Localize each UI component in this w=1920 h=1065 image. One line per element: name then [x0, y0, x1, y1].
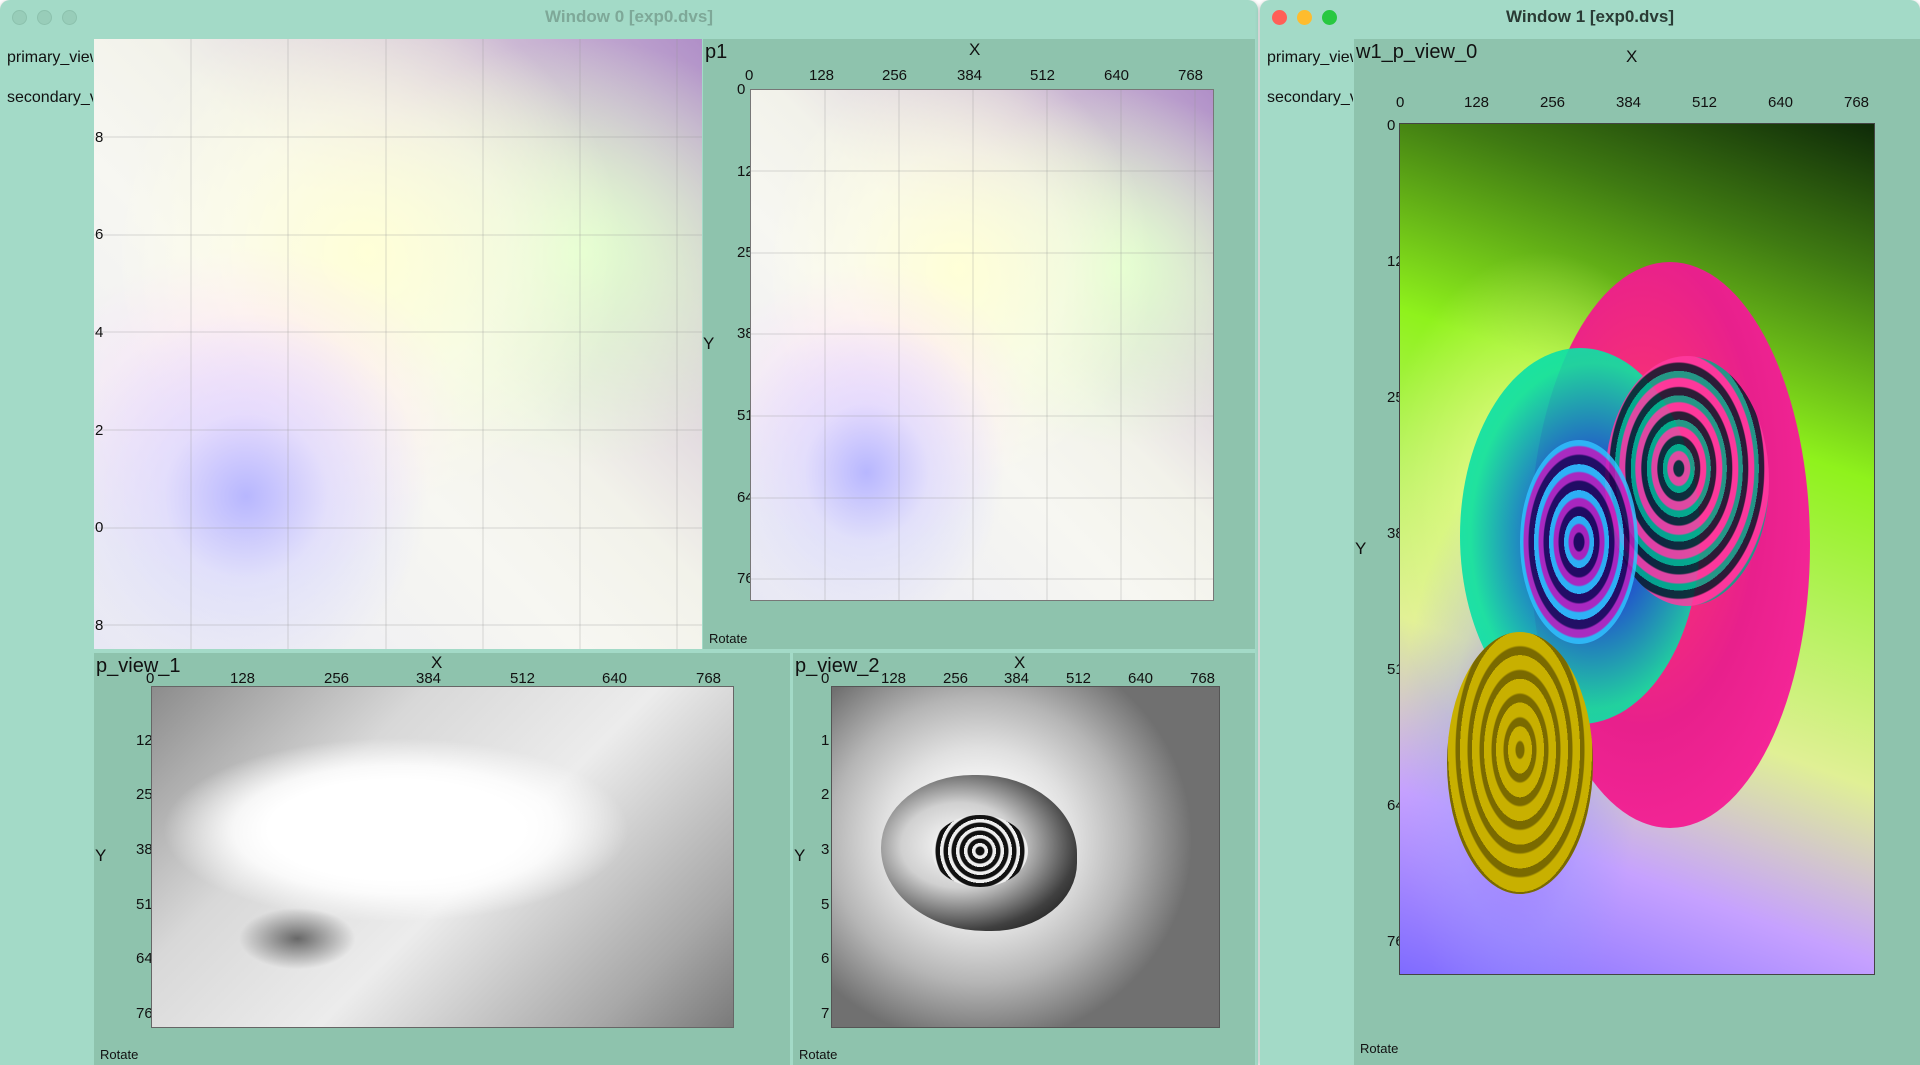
- close-icon[interactable]: [12, 10, 27, 25]
- primary-y-tick: 6: [95, 226, 104, 243]
- primary-y-tick: 8: [95, 617, 104, 634]
- window-1[interactable]: Window 1 [exp0.dvs] primary_view seconda…: [1260, 0, 1920, 1065]
- p-view-2-y-tick: 3: [821, 841, 830, 858]
- window-1-traffic-lights: [1272, 10, 1337, 25]
- w1-x-tick: 256: [1540, 94, 1566, 111]
- w1-y-tick: 0: [1387, 117, 1396, 134]
- window-0-titlebar[interactable]: Window 0 [exp0.dvs]: [0, 0, 1258, 34]
- p1-y-tick: 0: [737, 81, 746, 98]
- p-view-2-y-axis-label: Y: [794, 846, 806, 865]
- p-view-2-rotate-button[interactable]: Rotate: [799, 1047, 837, 1062]
- zoom-icon[interactable]: [62, 10, 77, 25]
- w1-p-view-0-image[interactable]: [1399, 123, 1875, 975]
- p-view-2-x-tick: 128: [881, 670, 907, 687]
- w1-p-view-0-y-axis-label: Y: [1355, 539, 1367, 558]
- p-view-2-y-tick: 6: [821, 950, 830, 967]
- primary-view-grid: [94, 39, 702, 649]
- w1-p-view-0-x-axis-label: X: [1626, 47, 1638, 66]
- p-view-2-x-tick: 512: [1066, 670, 1092, 687]
- window-0-title: Window 0 [exp0.dvs]: [545, 7, 713, 26]
- p1-image[interactable]: [750, 89, 1214, 601]
- window-1-titlebar[interactable]: Window 1 [exp0.dvs]: [1260, 0, 1920, 34]
- p-view-1-x-tick: 0: [146, 670, 155, 687]
- w1-x-tick: 640: [1768, 94, 1794, 111]
- p-view-1-x-tick: 640: [602, 670, 628, 687]
- p-view-2-spiral-ring: [932, 815, 1028, 887]
- p1-x-tick: 128: [809, 67, 835, 84]
- window-1-title: Window 1 [exp0.dvs]: [1506, 7, 1674, 26]
- sidebar-item-secondary-view[interactable]: secondary_view: [0, 78, 93, 118]
- w1-x-tick: 384: [1616, 94, 1642, 111]
- w1-x-tick: 768: [1844, 94, 1870, 111]
- p1-y-axis-label: Y: [703, 334, 715, 353]
- p-view-1-panel: p_view_1 X Y 0 128 256 384 512 640 768 1…: [94, 653, 790, 1065]
- w1-p-view-0-panel: w1_p_view_0 X Y 0 128 256 384 512 640 76…: [1354, 39, 1920, 1065]
- p-view-1-x-tick: 256: [324, 670, 350, 687]
- p1-x-axis-label: X: [969, 40, 981, 59]
- p1-grid: [751, 90, 1213, 600]
- w1-ellipse-spiral-left: [1520, 440, 1638, 644]
- w1-ellipse-olive-bottom: [1447, 632, 1593, 894]
- p-view-1-rotate-button[interactable]: Rotate: [100, 1047, 138, 1062]
- zoom-icon[interactable]: [1322, 10, 1337, 25]
- p1-panel: p1 X Y 0 128 256 384 512 640 768 0 128 2…: [703, 39, 1255, 649]
- w1-x-tick: 0: [1396, 94, 1405, 111]
- w1-p-view-0-title: w1_p_view_0: [1356, 41, 1478, 63]
- p-view-2-y-tick: 7: [821, 1005, 830, 1022]
- p-view-2-x-tick: 768: [1190, 670, 1216, 687]
- primary-y-tick: 0: [95, 519, 104, 536]
- window-1-sidebar: primary_view secondary_view: [1260, 38, 1353, 1065]
- p-view-2-y-tick: 5: [821, 896, 830, 913]
- p-view-1-y-axis-label: Y: [95, 846, 107, 865]
- window-0[interactable]: Window 0 [exp0.dvs] primary_view seconda…: [0, 0, 1258, 1065]
- p-view-1-x-tick: 128: [230, 670, 256, 687]
- p-view-2-image[interactable]: [831, 686, 1220, 1028]
- p1-x-tick: 0: [745, 67, 754, 84]
- p-view-2-panel: p_view_2 X Y 0 128 256 384 512 640 768 1…: [793, 653, 1255, 1065]
- p1-x-tick: 640: [1104, 67, 1130, 84]
- p-view-2-y-tick: 1: [821, 732, 830, 749]
- p-view-2-x-tick: 256: [943, 670, 969, 687]
- window-0-traffic-lights: [12, 10, 77, 25]
- window-0-sidebar: primary_view secondary_view: [0, 38, 93, 1065]
- p1-x-tick: 768: [1178, 67, 1204, 84]
- primary-y-tick: 4: [95, 324, 104, 341]
- w1-x-tick: 128: [1464, 94, 1490, 111]
- primary-y-tick: 2: [95, 422, 104, 439]
- p-view-1-x-tick: 768: [696, 670, 722, 687]
- p1-title: p1: [705, 41, 728, 63]
- sidebar-item-primary-view[interactable]: primary_view: [1260, 38, 1353, 78]
- w1-p-view-0-rotate-button[interactable]: Rotate: [1360, 1041, 1398, 1056]
- sidebar-item-secondary-view[interactable]: secondary_view: [1260, 78, 1353, 118]
- primary-y-tick: 8: [95, 129, 104, 146]
- sidebar-item-primary-view[interactable]: primary_view: [0, 38, 93, 78]
- p1-x-tick: 512: [1030, 67, 1056, 84]
- p1-x-tick: 256: [882, 67, 908, 84]
- p-view-2-x-tick: 640: [1128, 670, 1154, 687]
- p-view-1-image[interactable]: [151, 686, 734, 1028]
- p1-rotate-button[interactable]: Rotate: [709, 631, 747, 646]
- p-view-2-title: p_view_2: [795, 655, 880, 677]
- close-icon[interactable]: [1272, 10, 1287, 25]
- p-view-2-x-tick: 384: [1004, 670, 1030, 687]
- minimize-icon[interactable]: [37, 10, 52, 25]
- primary-view-image[interactable]: 8 6 4 2 0 8: [94, 39, 702, 649]
- p-view-2-y-tick: 2: [821, 786, 830, 803]
- p-view-1-title: p_view_1: [96, 655, 181, 677]
- p-view-1-x-tick: 512: [510, 670, 536, 687]
- p1-x-tick: 384: [957, 67, 983, 84]
- minimize-icon[interactable]: [1297, 10, 1312, 25]
- p-view-2-x-tick: 0: [821, 670, 830, 687]
- p-view-1-x-tick: 384: [416, 670, 442, 687]
- w1-x-tick: 512: [1692, 94, 1718, 111]
